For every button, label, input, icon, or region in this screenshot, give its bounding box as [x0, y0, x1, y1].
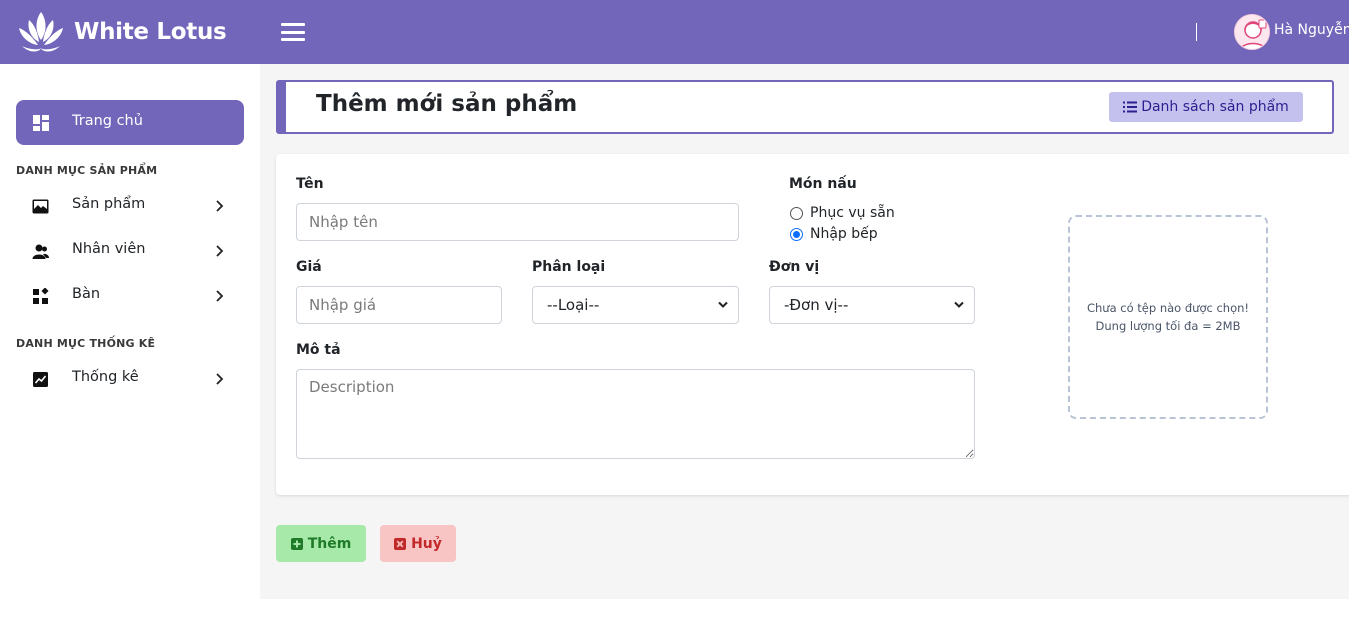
unit-select[interactable]: -Đơn vị-- [769, 286, 975, 324]
price-label: Giá [296, 259, 322, 275]
chevron-down-icon [718, 301, 728, 308]
brand-name: White Lotus [74, 19, 227, 45]
sidebar-item-label: Sản phẩm [72, 196, 146, 212]
chart-icon [33, 372, 48, 387]
chevron-right-icon [216, 373, 224, 385]
unit-label: Đơn vị [769, 259, 820, 275]
top-header: White Lotus Hà Nguyễn [0, 0, 1349, 64]
product-list-button-label: Danh sách sản phẩm [1141, 99, 1289, 115]
add-button-label: Thêm [307, 535, 352, 552]
radio-ready-served[interactable]: Phục vụ sẵn [790, 205, 895, 221]
menu-toggle-icon[interactable] [281, 23, 305, 41]
sidebar-item-label: Trang chủ [72, 113, 143, 129]
chevron-down-icon [954, 301, 964, 308]
product-form: Tên Món nấu Phục vụ sẵn Nhập bếp Giá Phâ… [276, 154, 1349, 495]
price-input[interactable] [296, 286, 502, 324]
radio-label: Phục vụ sẵn [810, 205, 895, 221]
category-select[interactable]: --Loại-- [532, 286, 739, 324]
sidebar-item-label: Bàn [72, 286, 101, 302]
cook-type-label: Món nấu [789, 176, 857, 192]
add-button[interactable]: Thêm [276, 525, 366, 562]
sidebar-item-staff[interactable]: Nhân viên [16, 233, 244, 269]
radio-button[interactable] [790, 206, 803, 220]
section-title-stats: DANH MỤC THỐNG KÊ [16, 337, 156, 350]
page-title: Thêm mới sản phẩm [316, 91, 578, 117]
lotus-logo-icon [19, 12, 63, 52]
list-icon [1123, 101, 1138, 113]
product-list-button[interactable]: Danh sách sản phẩm [1109, 92, 1303, 122]
image-dropzone[interactable]: Chưa có tệp nào được chọn! Dung lượng tố… [1068, 215, 1268, 419]
image-icon [32, 199, 49, 214]
sidebar-item-label: Thống kê [72, 369, 139, 385]
sidebar-item-stats[interactable]: Thống kê [16, 361, 244, 397]
cancel-button-label: Huỷ [411, 535, 442, 552]
user-avatar[interactable] [1234, 14, 1270, 50]
sidebar-item-label: Nhân viên [72, 241, 146, 257]
user-name[interactable]: Hà Nguyễn [1274, 22, 1349, 38]
description-label: Mô tả [296, 342, 341, 358]
brand[interactable]: White Lotus [16, 8, 227, 56]
category-label: Phân loại [532, 259, 606, 275]
sidebar: Trang chủ DANH MỤC SẢN PHẨM Sản phẩm Nhâ… [0, 64, 260, 624]
header-divider [1196, 23, 1197, 41]
category-select-value: --Loại-- [547, 296, 600, 314]
plus-square-icon [290, 537, 303, 550]
sidebar-item-tables[interactable]: Bàn [16, 278, 244, 314]
description-textarea[interactable] [296, 369, 975, 459]
users-icon [32, 244, 49, 259]
name-input[interactable] [296, 203, 739, 241]
close-square-icon [394, 537, 407, 550]
sidebar-item-products[interactable]: Sản phẩm [16, 188, 244, 224]
page-header-card: Thêm mới sản phẩm Danh sách sản phẩm [276, 80, 1334, 134]
dashboard-icon [33, 115, 49, 131]
radio-label: Nhập bếp [810, 226, 878, 242]
unit-select-value: -Đơn vị-- [784, 296, 849, 314]
cancel-button[interactable]: Huỷ [380, 525, 456, 562]
main-content: Thêm mới sản phẩm Danh sách sản phẩm Tên… [260, 64, 1349, 599]
radio-kitchen[interactable]: Nhập bếp [790, 226, 878, 242]
radio-button-selected[interactable] [790, 227, 803, 241]
dropzone-limit: Dung lượng tối đa = 2MB [1095, 319, 1241, 333]
name-label: Tên [296, 176, 324, 192]
widgets-icon [33, 288, 49, 304]
chevron-right-icon [216, 245, 224, 257]
chevron-right-icon [216, 200, 224, 212]
dropzone-status: Chưa có tệp nào được chọn! [1086, 301, 1250, 315]
section-title-products: DANH MỤC SẢN PHẨM [16, 164, 158, 177]
sidebar-item-home[interactable]: Trang chủ [16, 100, 244, 145]
chevron-right-icon [216, 290, 224, 302]
avatar-icon [1240, 19, 1267, 49]
